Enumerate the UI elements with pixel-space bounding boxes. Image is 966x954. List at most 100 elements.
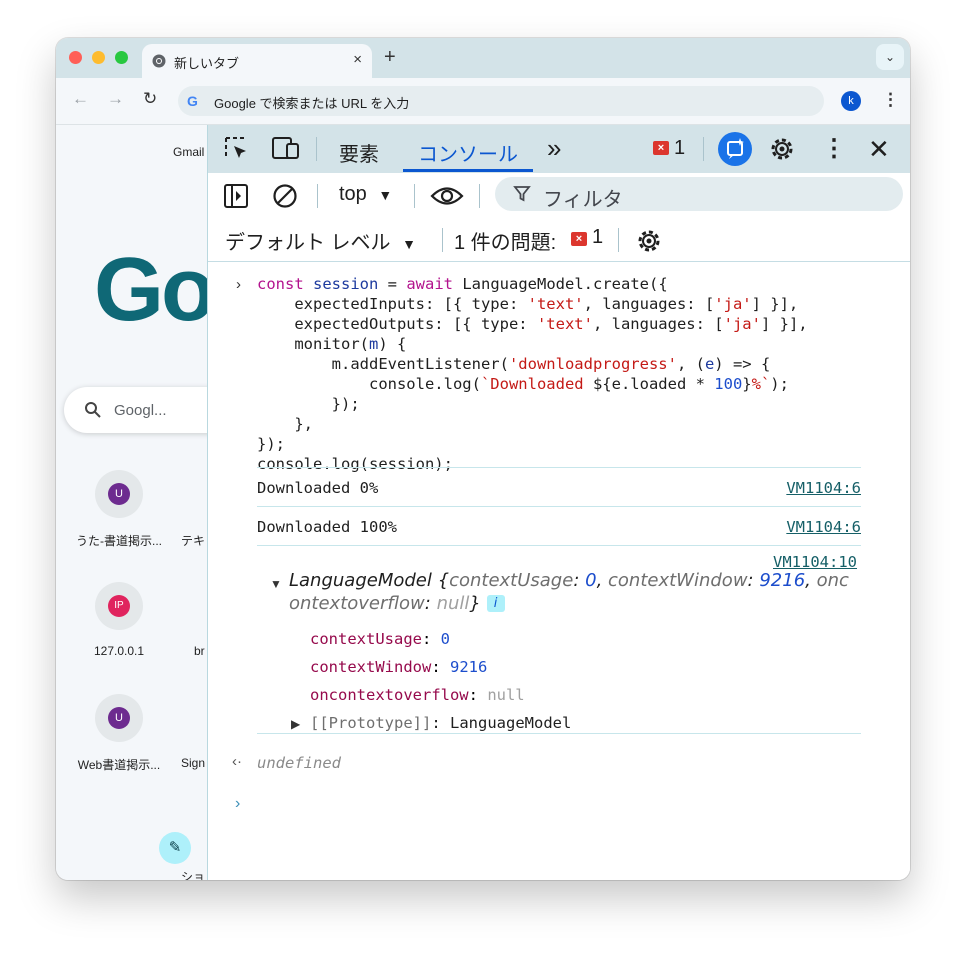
- chrome-menu-icon[interactable]: ⋮: [882, 90, 899, 110]
- profile-avatar[interactable]: k: [841, 91, 861, 111]
- ntp-search-box[interactable]: Googl...: [64, 387, 207, 433]
- browser-toolbar: ← → ↻ G Google で検索または URL を入力 k ⋮: [56, 78, 910, 125]
- info-icon[interactable]: i: [486, 595, 505, 612]
- filter-input[interactable]: フィルタ: [495, 177, 903, 211]
- live-expression-eye-icon[interactable]: [430, 185, 464, 207]
- shortcut-favicon: U: [108, 483, 130, 505]
- console-log-row: Downloaded 100% VM1104:6: [257, 506, 861, 545]
- shortcut-favicon: IP: [108, 595, 130, 617]
- console-output: › const session = await LanguageModel.cr…: [208, 262, 910, 880]
- console-prompt-icon[interactable]: ›: [235, 795, 240, 813]
- chrome-icon: [152, 54, 166, 68]
- context-selector[interactable]: top ▼: [339, 183, 392, 206]
- shortcut-label-partial[interactable]: テキ: [181, 532, 205, 549]
- property-value: 9216: [450, 658, 488, 676]
- close-window-button[interactable]: [69, 51, 82, 64]
- preview-value: 0: [585, 570, 597, 591]
- more-tabs-icon[interactable]: »: [547, 133, 561, 164]
- object-class-name: LanguageModel: [289, 570, 432, 591]
- preview-value: 9216: [759, 570, 806, 591]
- minimize-window-button[interactable]: [92, 51, 105, 64]
- tab-console[interactable]: コンソール: [418, 138, 518, 167]
- device-toolbar-icon[interactable]: [271, 136, 301, 162]
- shortcut-label: 127.0.0.1: [93, 644, 145, 658]
- property-value: 0: [440, 630, 450, 648]
- new-tab-page: Gmail Go Googl... U うた-書道掲示... IP 127.0.…: [56, 125, 207, 880]
- inspect-element-icon[interactable]: [224, 136, 250, 162]
- shortcut-tile[interactable]: IP 127.0.0.1: [64, 582, 174, 658]
- issues-counter[interactable]: 1 件の問題:: [454, 226, 556, 255]
- return-value: undefined: [257, 754, 341, 772]
- issue-error-icon: ×: [571, 232, 587, 246]
- shortcut-tile[interactable]: U うた-書道掲示...: [64, 470, 174, 549]
- preview-key: onc: [816, 570, 849, 591]
- settings-gear-icon[interactable]: [768, 135, 796, 163]
- shortcut-icon-bg: U: [95, 470, 143, 518]
- ai-chat-icon: [727, 138, 744, 159]
- preview-key: contextWindow: [608, 570, 748, 591]
- shortcut-label-partial[interactable]: Sign: [181, 756, 205, 770]
- new-tab-button[interactable]: +: [384, 45, 396, 69]
- log-source-link[interactable]: VM1104:6: [786, 517, 861, 537]
- google-logo: Go: [94, 240, 207, 340]
- return-row-divider: [257, 733, 861, 772]
- devtools-panel: 要素 コンソール » × 1 ⋮ ✕ top ▼ フィルタ デフォルト レベル …: [207, 125, 910, 880]
- toolbar-divider: [317, 184, 318, 208]
- tab-elements[interactable]: 要素: [339, 138, 379, 167]
- context-value: top: [339, 183, 367, 205]
- gmail-link[interactable]: Gmail: [173, 145, 204, 159]
- prototype-value: LanguageModel: [450, 714, 572, 732]
- dropdown-caret-icon: ▼: [378, 187, 393, 203]
- shortcut-label-partial[interactable]: br: [194, 644, 205, 658]
- shortcut-tile[interactable]: U Web書道掲示...: [64, 694, 174, 773]
- expand-triangle-icon[interactable]: ▶: [291, 717, 300, 731]
- back-icon[interactable]: ←: [72, 89, 89, 109]
- reload-icon[interactable]: ↻: [143, 89, 157, 109]
- more-options-icon[interactable]: ⋮: [822, 134, 846, 163]
- tab-search-button[interactable]: ⌄: [876, 44, 904, 70]
- clear-console-icon[interactable]: [272, 183, 298, 209]
- customize-label-partial: ショ: [181, 870, 206, 880]
- console-log-row: Downloaded 0% VM1104:6: [257, 467, 861, 506]
- preview-value: null: [436, 593, 470, 614]
- customize-pencil-icon[interactable]: ✎: [159, 832, 191, 864]
- console-settings-gear-icon[interactable]: [635, 227, 663, 255]
- error-icon: ×: [653, 141, 669, 155]
- ai-assistance-button[interactable]: [718, 132, 752, 166]
- log-levels-dropdown[interactable]: デフォルト レベル ▼: [225, 226, 416, 255]
- shortcut-favicon: U: [108, 707, 130, 729]
- log-message: Downloaded 0%: [257, 479, 379, 497]
- tab-new-tab[interactable]: 新しいタブ ×: [142, 44, 372, 78]
- forward-icon[interactable]: →: [107, 89, 124, 109]
- tab-close-icon[interactable]: ×: [353, 51, 362, 68]
- filter-funnel-icon: [513, 186, 531, 202]
- log-levels-label: デフォルト レベル: [225, 232, 391, 254]
- active-tab-indicator: [403, 169, 533, 172]
- toolbar-divider: [414, 184, 415, 208]
- prototype-property[interactable]: [[Prototype]]: LanguageModel: [310, 713, 571, 733]
- collapse-triangle-icon[interactable]: ▼: [270, 577, 282, 591]
- object-preview[interactable]: LanguageModel {contextUsage: 0, contextW…: [289, 569, 849, 592]
- omnibox[interactable]: G Google で検索または URL を入力: [178, 86, 824, 116]
- toolbar-divider: [703, 137, 704, 161]
- sidebar-toggle-icon[interactable]: [223, 183, 249, 209]
- search-icon: [85, 402, 101, 418]
- error-count[interactable]: 1: [674, 137, 685, 160]
- issues-label: 1 件の問題:: [454, 232, 557, 254]
- return-arrow-icon: ‹·: [232, 753, 242, 770]
- ntp-search-placeholder: Googl...: [114, 402, 167, 419]
- object-property: contextWindow: 9216: [310, 658, 488, 676]
- maximize-window-button[interactable]: [115, 51, 128, 64]
- log-message: Downloaded 100%: [257, 518, 397, 536]
- property-value: null: [487, 686, 525, 704]
- close-devtools-icon[interactable]: ✕: [868, 134, 890, 165]
- browser-window: 新しいタブ × + ⌄ ← → ↻ G Google で検索または URL を入…: [56, 38, 910, 880]
- log-source-link[interactable]: VM1104:6: [786, 478, 861, 498]
- property-key: contextWindow: [310, 658, 432, 676]
- console-input-code[interactable]: const session = await LanguageModel.crea…: [257, 274, 808, 474]
- toolbar-divider: [316, 137, 317, 161]
- shortcut-label: Web書道掲示...: [77, 758, 161, 772]
- dropdown-caret-icon: ▼: [402, 236, 416, 252]
- toolbar-divider: [442, 228, 443, 252]
- preview-key: contextUsage: [449, 570, 574, 591]
